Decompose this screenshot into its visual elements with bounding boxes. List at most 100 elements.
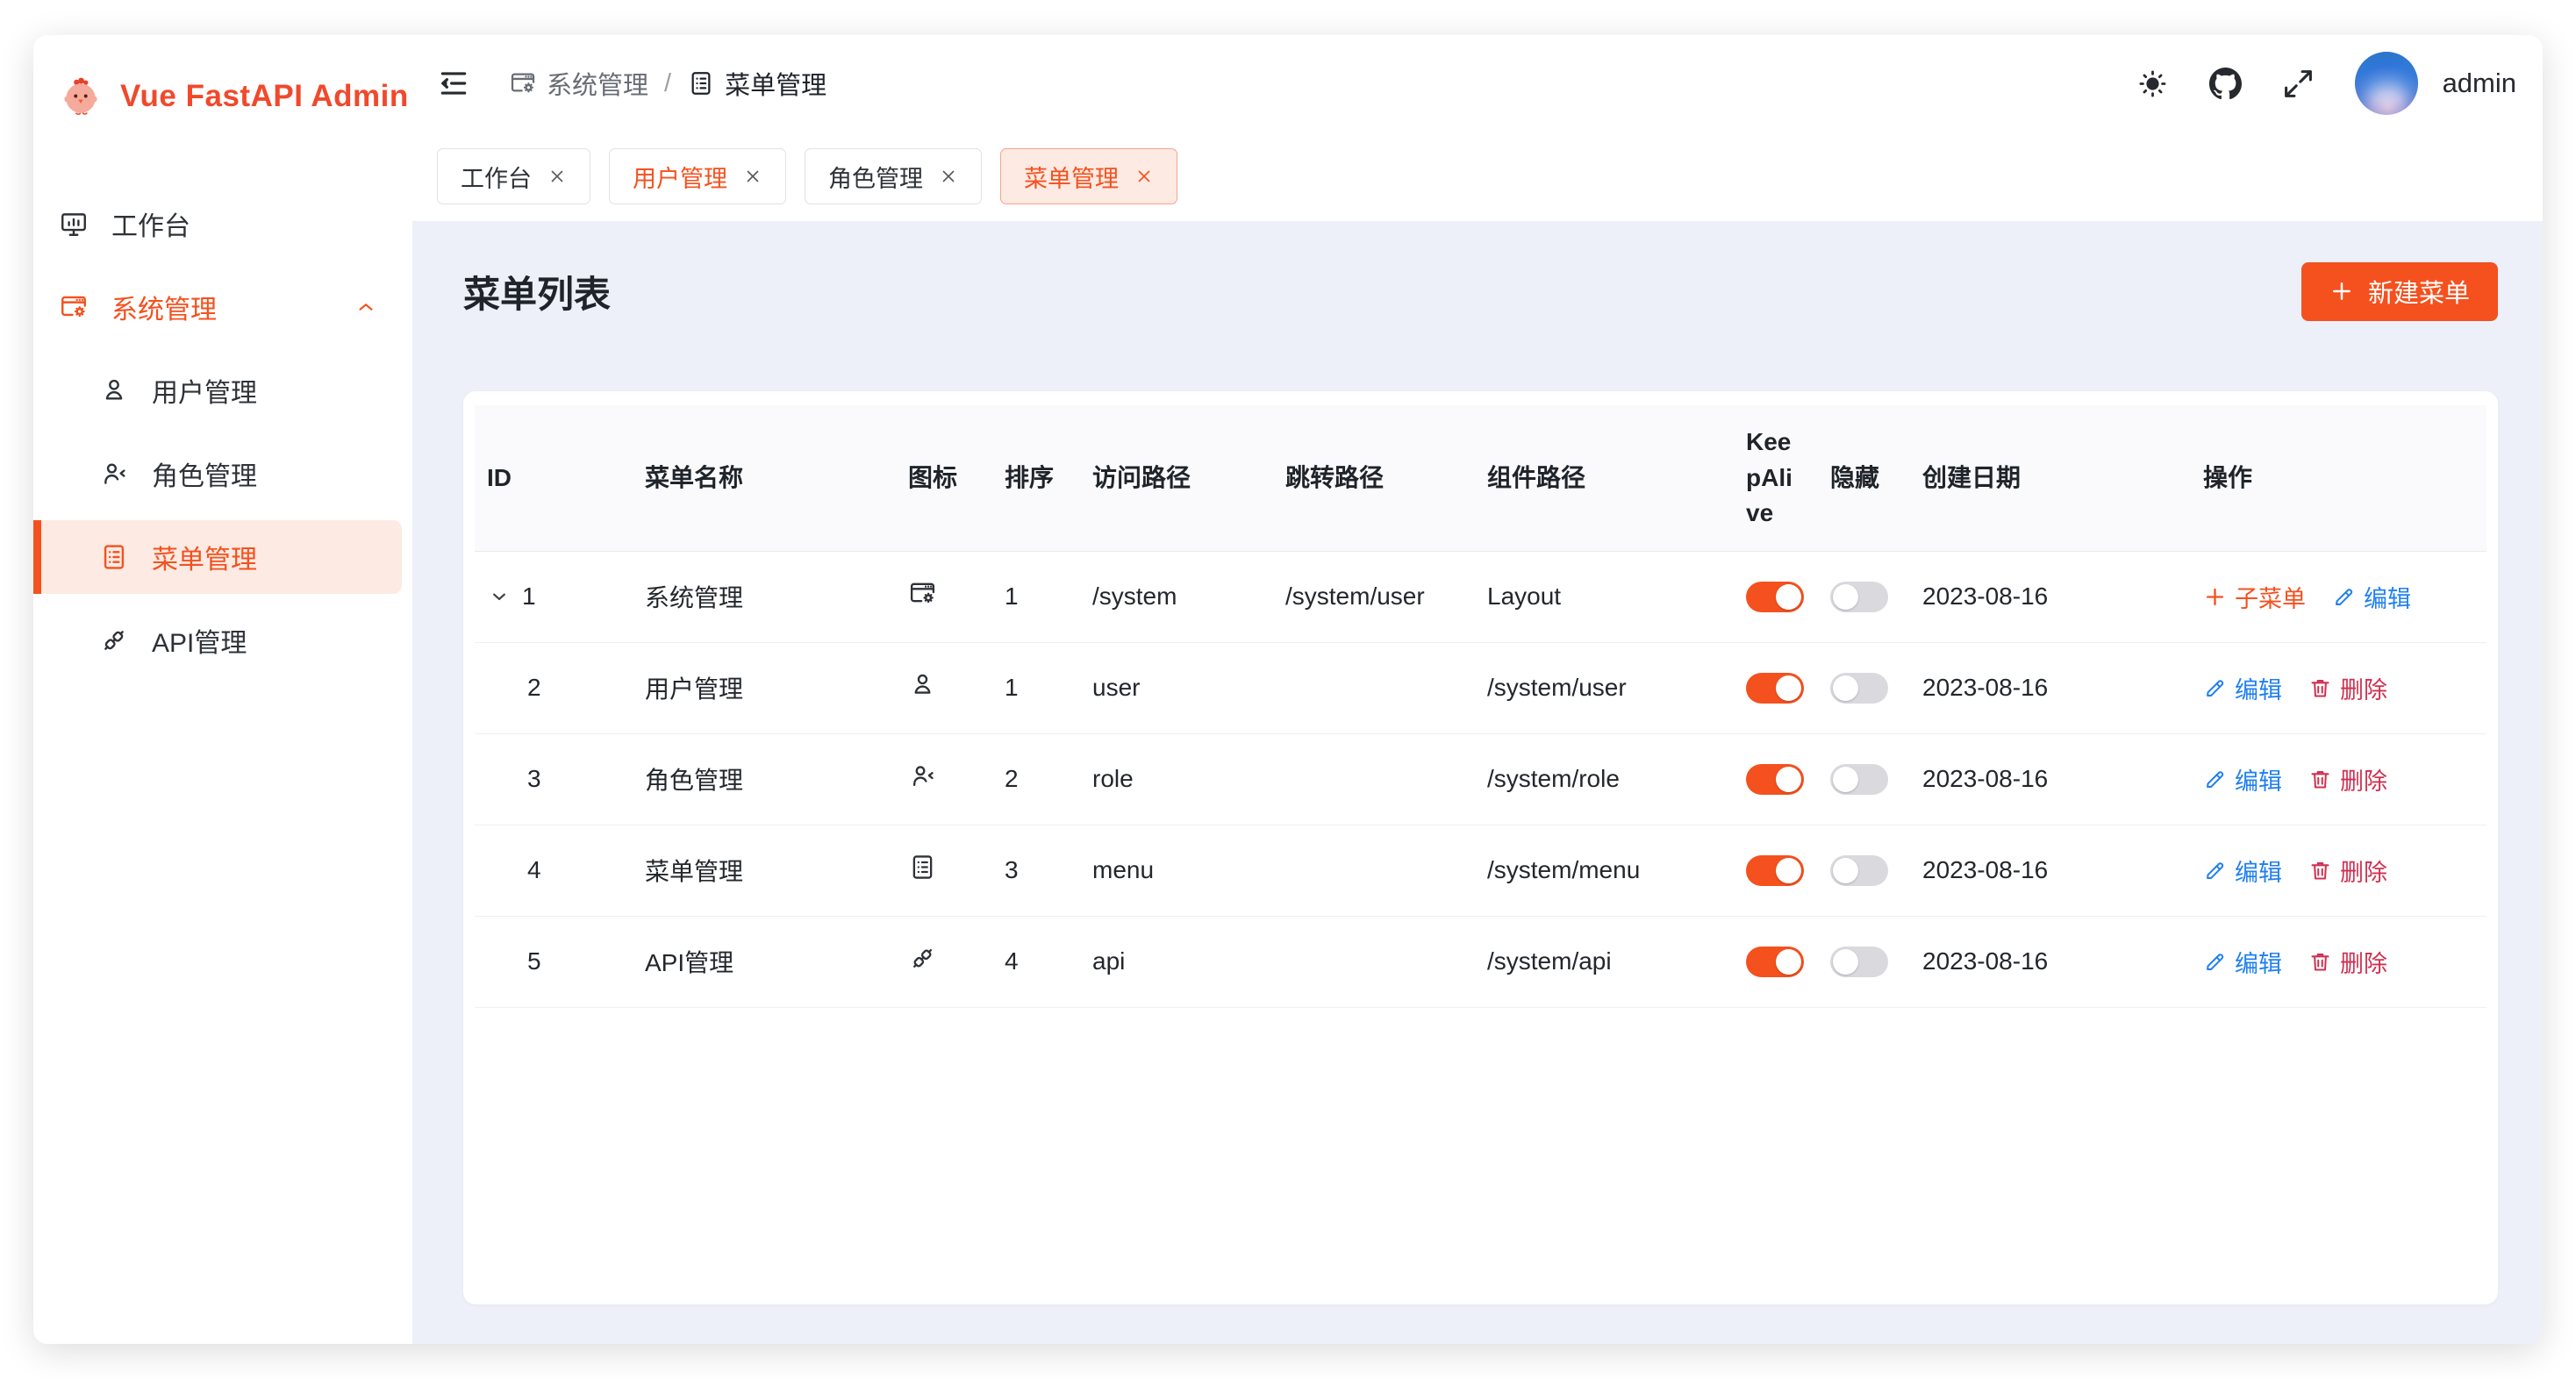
cell-redirect — [1273, 825, 1475, 916]
cell-redirect: /system/user — [1273, 551, 1475, 642]
tab-bar: 工作台 用户管理 角色管理 菜单管理 — [412, 132, 2543, 221]
keepalive-toggle[interactable] — [1746, 855, 1804, 886]
cell-date: 2023-08-16 — [1910, 733, 2191, 825]
page-title-row: 菜单列表 新建菜单 — [463, 261, 2498, 321]
close-icon[interactable] — [547, 167, 567, 186]
cell-redirect — [1273, 733, 1475, 825]
cell-redirect — [1273, 916, 1475, 1007]
col-date: 创建日期 — [1910, 405, 2191, 551]
close-icon[interactable] — [939, 167, 958, 186]
sidebar-item-system[interactable]: 系统管理 — [33, 270, 402, 344]
edit-label: 编辑 — [2364, 580, 2411, 614]
col-icon: 图标 — [896, 405, 992, 551]
expand-row-icon[interactable] — [487, 584, 512, 609]
main-area: 系统管理 / 菜单管理 admin 工作台 — [412, 35, 2543, 1344]
cell-component: Layout — [1475, 551, 1734, 642]
tab-label: 菜单管理 — [1024, 160, 1119, 194]
col-path: 访问路径 — [1080, 405, 1273, 551]
delete-button[interactable]: 删除 — [2308, 762, 2387, 797]
tab-menus[interactable]: 菜单管理 — [1000, 148, 1177, 204]
cell-date: 2023-08-16 — [1910, 642, 2191, 733]
keepalive-toggle[interactable] — [1746, 764, 1804, 795]
menu-list-icon — [99, 542, 129, 572]
keepalive-toggle[interactable] — [1746, 947, 1804, 977]
page-content: 菜单列表 新建菜单 ID 菜单名称 图标 — [412, 221, 2543, 1344]
delete-button[interactable]: 删除 — [2308, 671, 2387, 705]
fullscreen-icon[interactable] — [2282, 68, 2315, 100]
theme-sun-icon[interactable] — [2136, 68, 2169, 100]
cell-order: 1 — [992, 642, 1080, 733]
hidden-toggle[interactable] — [1830, 855, 1888, 886]
cell-name: API管理 — [633, 916, 896, 1007]
cell-date: 2023-08-16 — [1910, 825, 2191, 916]
cell-component: /system/api — [1475, 916, 1734, 1007]
pencil-icon — [2332, 585, 2356, 609]
pencil-icon — [2203, 768, 2227, 791]
col-hidden: 隐藏 — [1818, 405, 1910, 551]
avatar[interactable] — [2355, 52, 2418, 115]
cell-id: 1 — [522, 582, 536, 611]
sidebar-item-label: 用户管理 — [152, 371, 257, 410]
edit-label: 编辑 — [2235, 762, 2282, 797]
tab-roles[interactable]: 角色管理 — [805, 148, 982, 204]
pencil-icon — [2203, 859, 2227, 882]
hidden-toggle[interactable] — [1830, 673, 1888, 704]
api-icon — [908, 944, 937, 973]
edit-button[interactable]: 编辑 — [2332, 580, 2411, 614]
edit-button[interactable]: 编辑 — [2203, 671, 2282, 705]
delete-button[interactable]: 删除 — [2308, 945, 2387, 979]
menu-icon — [908, 853, 937, 882]
col-actions: 操作 — [2191, 405, 2487, 551]
role-icon — [99, 459, 129, 489]
tab-workbench[interactable]: 工作台 — [437, 148, 590, 204]
edit-button[interactable]: 编辑 — [2203, 945, 2282, 979]
col-keepalive: KeepAlive — [1734, 405, 1818, 551]
cell-component: /system/role — [1475, 733, 1734, 825]
table-card: ID 菜单名称 图标 排序 访问路径 跳转路径 组件路径 KeepAlive 隐… — [463, 391, 2498, 1304]
plus-icon — [2329, 279, 2354, 304]
chevron-up-icon — [354, 296, 377, 318]
hidden-toggle[interactable] — [1830, 764, 1888, 795]
keepalive-toggle[interactable] — [1746, 673, 1804, 704]
sidebar-item-apis[interactable]: API管理 — [33, 604, 402, 677]
username[interactable]: admin — [2443, 68, 2516, 99]
sidebar-item-menus[interactable]: 菜单管理 — [33, 520, 402, 594]
sidebar-item-users[interactable]: 用户管理 — [33, 354, 402, 427]
github-icon[interactable] — [2209, 68, 2242, 100]
col-redirect: 跳转路径 — [1273, 405, 1475, 551]
table-row: 3 角色管理 2 role /system/role 2023-08-16 编 — [475, 733, 2487, 825]
breadcrumb-item-menus[interactable]: 菜单管理 — [687, 65, 826, 102]
hidden-toggle[interactable] — [1830, 582, 1888, 612]
app-logo[interactable]: Vue FastAPI Admin — [33, 47, 412, 146]
col-name: 菜单名称 — [633, 405, 896, 551]
pencil-icon — [2203, 676, 2227, 700]
col-order: 排序 — [992, 405, 1080, 551]
delete-button[interactable]: 删除 — [2308, 854, 2387, 888]
sidebar-item-label: 菜单管理 — [152, 538, 257, 576]
role-icon — [908, 761, 937, 790]
tab-label: 工作台 — [461, 160, 532, 194]
close-icon[interactable] — [1134, 167, 1154, 186]
add-submenu-button[interactable]: 子菜单 — [2203, 580, 2306, 614]
close-icon[interactable] — [743, 167, 762, 186]
breadcrumb-item-system[interactable]: 系统管理 — [509, 65, 648, 102]
trash-icon — [2308, 859, 2332, 882]
hidden-toggle[interactable] — [1830, 947, 1888, 977]
cell-name: 系统管理 — [633, 551, 896, 642]
sidebar-item-label: 工作台 — [111, 204, 190, 243]
edit-button[interactable]: 编辑 — [2203, 762, 2282, 797]
sidebar-item-label: 系统管理 — [111, 288, 217, 326]
cell-date: 2023-08-16 — [1910, 551, 2191, 642]
sidebar-item-roles[interactable]: 角色管理 — [33, 437, 402, 511]
header-actions: admin — [2136, 52, 2516, 115]
keepalive-toggle[interactable] — [1746, 582, 1804, 612]
edit-button[interactable]: 编辑 — [2203, 854, 2282, 888]
page-title: 菜单列表 — [463, 265, 611, 318]
app-window: Vue FastAPI Admin 工作台 系统管理 用户管理 角色管理 — [33, 35, 2543, 1344]
collapse-sidebar-icon[interactable] — [437, 67, 470, 100]
cell-component: /system/menu — [1475, 825, 1734, 916]
new-menu-button[interactable]: 新建菜单 — [2301, 262, 2498, 321]
tab-users[interactable]: 用户管理 — [609, 148, 786, 204]
pencil-icon — [2203, 950, 2227, 974]
sidebar-item-workbench[interactable]: 工作台 — [33, 187, 402, 261]
